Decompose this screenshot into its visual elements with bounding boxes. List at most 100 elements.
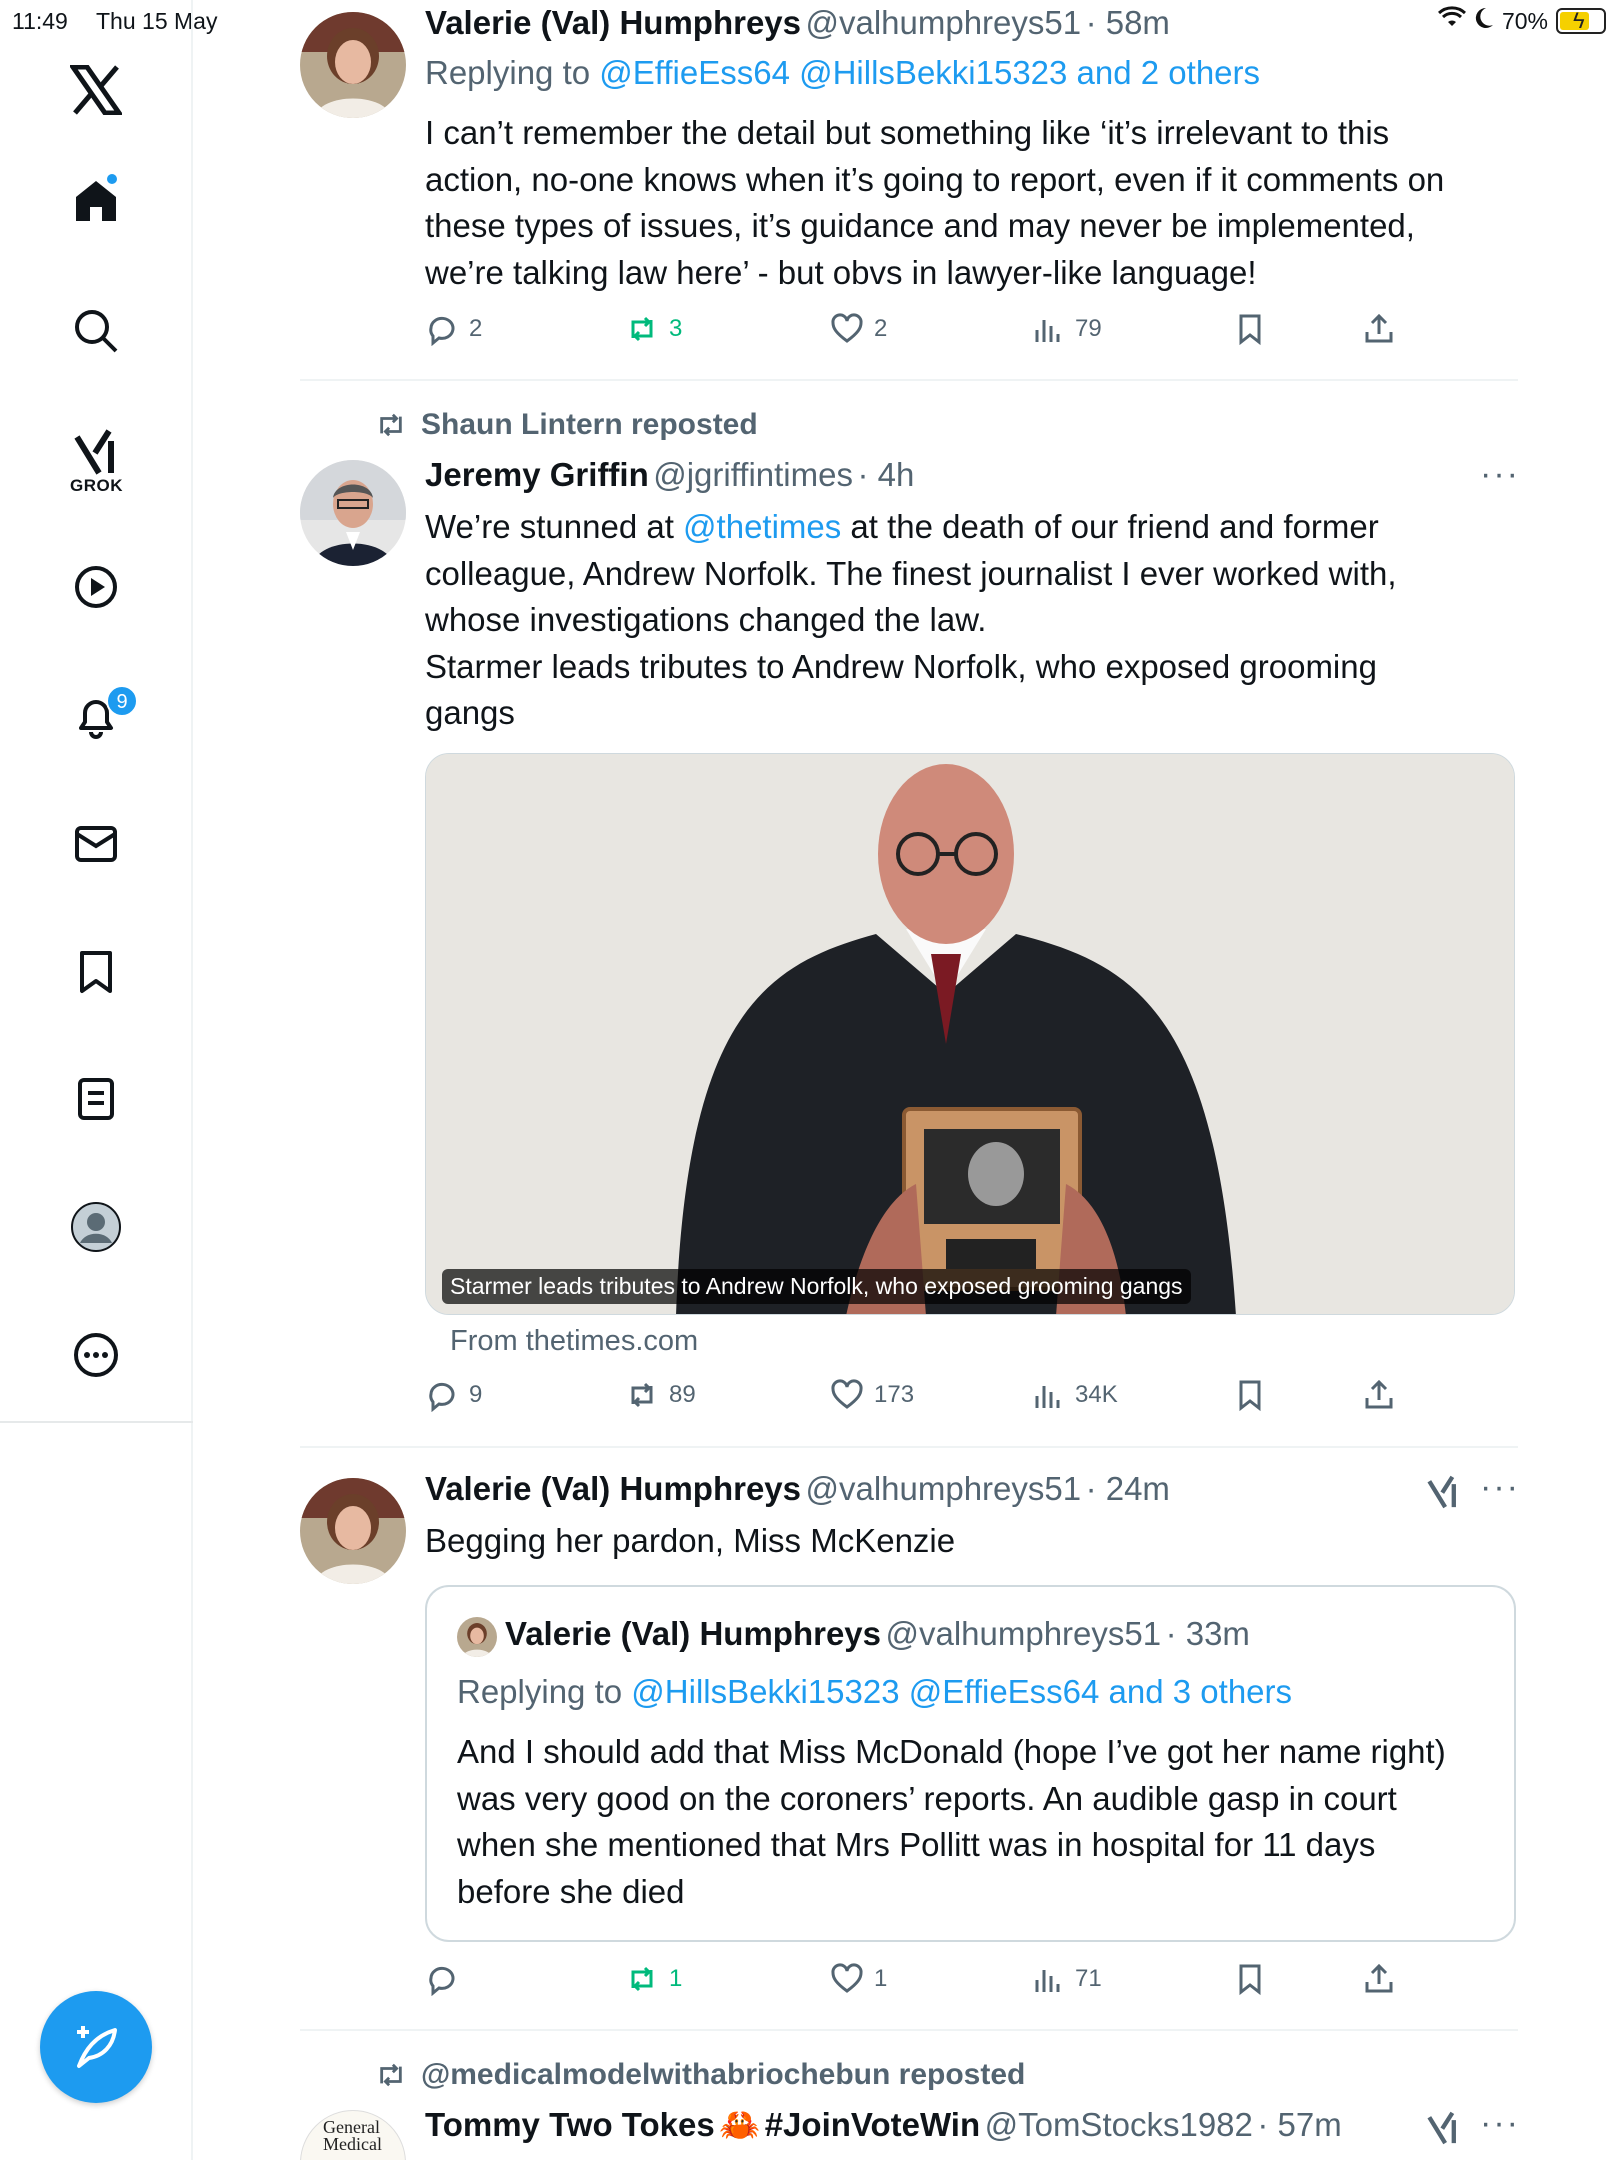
share-button[interactable] [1362,1378,1396,1412]
grok-explain-icon[interactable] [1425,2110,1461,2151]
share-button[interactable] [1362,1962,1396,1996]
view-count: 79 [1075,315,1102,342]
more-options-icon[interactable]: ··· [1480,2104,1520,2143]
share-button[interactable] [1362,312,1396,346]
views-icon [1035,1386,1060,1408]
post-text-line: I can’t remember the detail but somethin… [425,114,1390,151]
quoted-post-text: And I should add that Miss McDonald (hop… [457,1729,1446,1915]
post-time[interactable]: · 58m [1086,4,1170,41]
like-count: 173 [874,1381,915,1408]
grok-explain-icon[interactable] [1425,1474,1461,1515]
mention-link[interactable]: @thetimes [683,508,841,545]
reply-icon [429,1382,455,1412]
more-icon[interactable] [62,1321,130,1389]
replying-prefix: Replying to [457,1673,623,1710]
author-name[interactable]: Tommy Two Tokes [425,2106,715,2143]
views-button[interactable]: 71 [1031,1962,1102,1996]
reply-count: 9 [469,1381,483,1408]
share-icon [1365,1379,1393,1409]
repost-button[interactable]: 3 [625,312,682,346]
post-text-line: gangs [425,694,515,731]
avatar[interactable]: General Medical [300,2110,406,2160]
author-handle[interactable]: @TomStocks1982 [985,2106,1253,2143]
post-time[interactable]: · 4h [857,456,914,493]
link-source[interactable]: From thetimes.com [450,1325,698,1358]
replying-to-users[interactable]: @HillsBekki15323 @EffieEss64 and 3 other… [631,1673,1292,1710]
search-icon[interactable] [62,297,130,365]
lists-icon[interactable] [62,1065,130,1133]
avatar[interactable] [300,12,406,118]
video-icon[interactable] [62,553,130,621]
post-text-line: was very good on the coroners’ reports. … [457,1779,1397,1817]
post-text-line: before she died [457,1872,685,1910]
link-card-image[interactable]: Starmer leads tributes to Andrew Norfolk… [425,753,1515,1315]
like-button[interactable]: 1 [830,1962,887,1996]
grok-label: GROK [70,476,123,495]
post-time[interactable]: · 24m [1086,1470,1170,1507]
article-photo [426,754,1514,1314]
reply-icon [429,1966,455,1996]
bookmark-icon [1239,314,1261,346]
author-name[interactable]: Valerie (Val) Humphreys [425,4,801,41]
compose-button[interactable] [40,1991,152,2103]
quoted-avatar[interactable] [457,1617,497,1657]
avatar[interactable] [300,1478,406,1584]
post-text-line: when she mentioned that Mrs Pollitt was … [457,1826,1376,1863]
home-icon[interactable] [62,167,130,235]
views-button[interactable]: 79 [1031,312,1102,346]
x-logo-icon[interactable] [62,56,130,124]
reply-button[interactable] [425,1962,459,1996]
bookmark-button[interactable] [1233,1378,1267,1412]
reposted-by[interactable]: Shaun Lintern reposted [421,408,758,442]
more-options-icon[interactable]: ··· [1480,1468,1520,1507]
share-icon [1365,313,1393,343]
author-hashtag: #JoinVoteWin [764,2106,981,2143]
avatar-logo-text: General Medical [323,2118,382,2154]
view-count: 71 [1075,1965,1102,1992]
post-actions: 1 1 71 [425,1962,1425,2002]
share-icon [1365,1963,1393,1993]
author-name[interactable]: Jeremy Griffin [425,456,649,493]
author-handle[interactable]: @jgriffintimes [653,456,853,493]
more-options-icon[interactable]: ··· [1480,455,1520,494]
replying-prefix: Replying to [425,54,591,91]
post-divider [300,1446,1518,1448]
replying-to: Replying to @EffieEss64 @HillsBekki15323… [425,54,1260,92]
bookmark-icon [1239,1380,1261,1412]
repost-button[interactable]: 89 [625,1378,696,1412]
heart-icon [831,1963,863,1993]
repost-header: @medicalmodelwithabriochebun reposted [375,2058,1025,2092]
post-divider [300,379,1518,381]
avatar-text-line: Medical [323,2134,382,2154]
sidebar: GROK 9 [0,0,193,2160]
reply-button[interactable]: 2 [425,312,482,346]
status-right: 70% ϟ [1437,6,1606,36]
like-button[interactable]: 173 [830,1378,914,1412]
repost-header: Shaun Lintern reposted [375,408,758,442]
bookmark-button[interactable] [1233,1962,1267,1996]
like-button[interactable]: 2 [830,312,887,346]
reply-count: 2 [469,315,483,342]
bookmarks-icon[interactable] [62,938,130,1006]
replying-to-users[interactable]: @EffieEss64 @HillsBekki15323 and 2 other… [599,54,1260,91]
author-handle[interactable]: @valhumphreys51 [805,4,1081,41]
quoted-post[interactable]: Valerie (Val) Humphreys @valhumphreys51 … [425,1585,1516,1942]
post-time[interactable]: · 57m [1257,2106,1341,2143]
repost-button[interactable]: 1 [625,1962,682,1996]
post-text: We’re stunned at @thetimes at the death … [425,504,1397,737]
views-button[interactable]: 34K [1031,1378,1118,1412]
repost-small-icon [380,2063,402,2087]
post-actions: 2 3 2 79 [425,312,1425,352]
author-name[interactable]: Valerie (Val) Humphreys [425,1470,801,1507]
home-unread-dot [105,172,119,186]
quoted-replying-to: Replying to @HillsBekki15323 @EffieEss64… [457,1673,1292,1711]
reposted-by[interactable]: @medicalmodelwithabriochebun reposted [421,2058,1025,2092]
profile-icon[interactable] [62,1193,130,1261]
messages-icon[interactable] [62,810,130,878]
reply-button[interactable]: 9 [425,1378,482,1412]
avatar[interactable] [300,460,406,566]
author-handle[interactable]: @valhumphreys51 [805,1470,1081,1507]
post-text-segment: at the death of our friend and former [841,508,1379,545]
repost-icon [631,1382,653,1408]
bookmark-button[interactable] [1233,312,1267,346]
